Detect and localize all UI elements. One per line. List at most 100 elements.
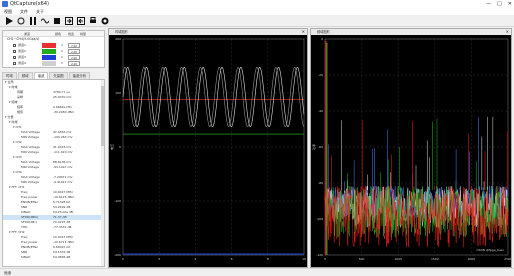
time-plot-x-tick: 0 (122, 257, 124, 261)
maximize-button[interactable]: □ (497, 0, 502, 8)
tree-item-value: -77.3431 dB (53, 225, 72, 229)
freq-plot-x-tick: 1000 (394, 257, 402, 261)
time-plot-y-tick: -100 (114, 199, 121, 203)
tree-item-value: -111.020 mV (53, 150, 73, 154)
tree-scrollbar[interactable] (101, 80, 104, 266)
channel-width: 1 (61, 43, 63, 47)
channel-name: 通道2 (18, 49, 26, 53)
measurement-tree: ▾ 全局 ▾ 时域 周期 3784.77 us 采样 25.0070 mV ▾ 频域 频率 2.… (2, 79, 105, 267)
freq-plot-chart[interactable]: 0-20-40-60-80-100-1200 500 1000 1500 2000 250… (311, 35, 511, 267)
freq-plot-x-tick: 500 (359, 257, 365, 261)
title-bar: QtCapture(x64) — □ ✕ (0, 0, 514, 8)
menu-view[interactable]: 视图 (4, 8, 12, 15)
freq-plot-x-tick: 0 (324, 257, 326, 261)
channel-color-swatch[interactable] (42, 42, 56, 48)
freq-plot-y-tick: -120 (316, 253, 323, 257)
time-plot-ylabel: 电压 (109, 144, 114, 150)
channel-offset-spinbox[interactable]: 2.00 (68, 42, 80, 48)
menu-file[interactable]: 文件 (20, 8, 28, 15)
channel-row: 通道4 1 2.00 (3, 60, 104, 66)
status-bar: 就绪 (0, 268, 514, 276)
import-icon[interactable] (76, 16, 85, 25)
wave-icon[interactable] (40, 16, 49, 25)
tree-item-value: 54.0896 dB (53, 255, 71, 259)
freq-plot-y-tick: -60 (318, 145, 323, 149)
tab-0[interactable]: 时域 (2, 72, 17, 79)
freq-plot-y-tick: -40 (318, 109, 323, 113)
channel-color-swatch[interactable] (42, 48, 56, 54)
window-title: QtCapture(x64) (10, 1, 49, 7)
tree-item-value: -193.283 mV (53, 135, 73, 139)
play-icon[interactable] (4, 16, 13, 25)
tree-item-key: 幅值 (17, 110, 24, 114)
time-plot-y-tick: 200 (115, 37, 121, 41)
time-plot-y-tick: 100 (115, 91, 121, 95)
freq-plot-y-tick: -20 (318, 73, 323, 77)
snapshot-icon[interactable] (100, 16, 109, 25)
tab-bar: 时域 频域 谐波 矢量图 谐波分析 (2, 72, 105, 79)
toolbar (0, 15, 514, 27)
app-icon (2, 1, 8, 7)
channel-width: 1 (61, 61, 63, 65)
channel-offset-spinbox[interactable]: 2.00 (68, 60, 80, 66)
tree-item-key: 采样 (17, 95, 24, 99)
time-plot-chart[interactable]: 2001000-100-2000 2 4 6 8 10电压 (109, 35, 307, 267)
time-plot-x-tick: 10 (302, 257, 306, 261)
time-plot-x-tick: 8 (267, 257, 269, 261)
tree-item[interactable]: SINAD 54.0896 dB (3, 255, 104, 260)
time-plot-x-tick: 4 (194, 257, 196, 261)
freq-plot-x-tick: 1500 (431, 257, 439, 261)
app-window: QtCapture(x64) — □ ✕ 视图 文件 关于 通道 颜色 线宽 线… (0, 0, 514, 276)
channel-color-swatch[interactable] (42, 60, 56, 66)
tree-item-value: -9.41021 mV (53, 180, 73, 184)
channel-checkbox[interactable] (13, 55, 16, 59)
tab-1[interactable]: 频域 (17, 72, 33, 79)
time-plot-x-tick: 6 (231, 257, 233, 261)
minimize-button[interactable]: — (486, 0, 491, 8)
col-width: 线宽 (67, 32, 74, 36)
left-panel: 通道 颜色 线宽 线型 CH1~CH4(5.0Gsa/s) 通道1 1 2.00 通道… (0, 28, 106, 268)
freq-plot-y-tick: -80 (318, 181, 323, 185)
channel-table: 通道 颜色 线宽 线型 CH1~CH4(5.0Gsa/s) 通道1 1 2.00 通道… (2, 30, 105, 68)
channel-width: 1 (61, 49, 63, 53)
menu-about[interactable]: 关于 (36, 8, 44, 15)
freq-plot-panel: 频域图形 ✕ 0 -20 -40 -60 -80 -100 -120 0 500 1000 1500… (310, 28, 512, 268)
freq-plot-y-tick: 0 (321, 37, 323, 41)
pause-icon[interactable] (28, 16, 37, 25)
tree-item-key: MIN Voltage (21, 150, 39, 154)
time-plot-x-tick: 2 (158, 257, 160, 261)
export-icon[interactable] (64, 16, 73, 25)
channel-name: 通道4 (18, 61, 26, 65)
freq-plot-x-tick: 2500 (504, 257, 511, 261)
channel-checkbox[interactable] (13, 49, 16, 53)
channel-offset-spinbox[interactable]: 2.00 (68, 48, 80, 54)
close-button[interactable]: ✕ (508, 0, 512, 8)
tree-item-value: 25.0070 mV (53, 95, 72, 99)
freq-plot-ylabel: 功率 (311, 144, 316, 150)
tab-4[interactable]: 谐波分析 (68, 72, 91, 79)
time-plot-panel: 时域图形 ✕ 200 100 0 -100 -200 0 2 4 6 8 10 电压 (108, 28, 308, 268)
tree-item-key: MIN Voltage (21, 135, 39, 139)
channel-name: 通道1 (18, 43, 26, 47)
col-channel: 通道 (23, 32, 30, 36)
freq-plot-watermark: CSDN @fpga_bear (476, 248, 504, 252)
print-icon[interactable] (88, 16, 97, 25)
channel-offset-spinbox[interactable]: 2.00 (68, 54, 80, 60)
channel-name: 通道3 (18, 55, 26, 59)
freq-plot-x-tick: 2000 (468, 257, 476, 261)
record-icon[interactable] (16, 16, 25, 25)
channel-width: 1 (61, 55, 63, 59)
channel-checkbox[interactable] (13, 61, 16, 65)
tab-3[interactable]: 矢量图 (49, 72, 68, 79)
time-plot-y-tick: 0 (119, 145, 121, 149)
tree-item-key: MIN Voltage (21, 165, 39, 169)
tree-item-value: -30.2480 dBm (53, 110, 75, 114)
freq-plot-y-tick: -100 (316, 217, 323, 221)
col-color: 颜色 (54, 32, 61, 36)
tree-scroll-thumb[interactable] (101, 86, 104, 146)
channel-color-swatch[interactable] (42, 54, 56, 60)
tab-2[interactable]: 谐波 (33, 72, 49, 79)
stop-icon[interactable] (52, 16, 61, 25)
tree-item-key: SINAD (21, 255, 31, 259)
channel-checkbox[interactable] (13, 43, 16, 47)
